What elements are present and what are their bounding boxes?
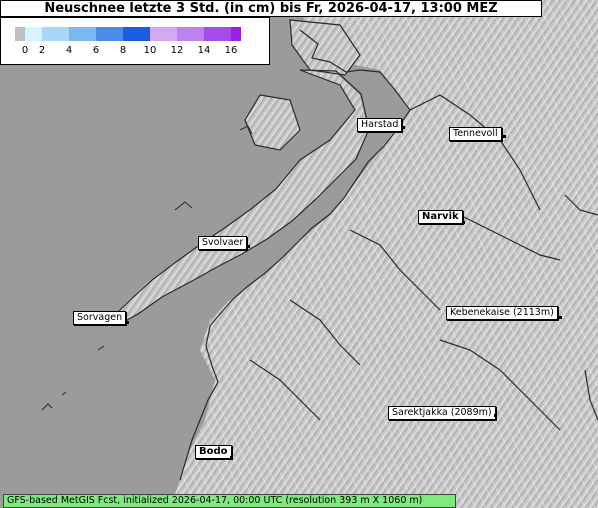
- terrain-layer: [0, 0, 598, 508]
- place-label: Bodo: [199, 446, 228, 457]
- map-title: Neuschnee letzte 3 Std. (in cm) bis Fr, …: [0, 0, 542, 17]
- place-marker: [126, 321, 129, 324]
- legend-tick-label: 6: [92, 45, 100, 56]
- legend-swatch: [42, 27, 69, 41]
- place-label: Svolvaer: [202, 237, 244, 248]
- legend: 0 2 4 6 8 10 12 14 16: [0, 17, 270, 65]
- place-sarektjakka[interactable]: Sarektjakka (2089m): [388, 406, 496, 420]
- place-label: Harstad: [361, 119, 399, 130]
- legend-swatch: [150, 27, 177, 41]
- legend-swatch: [204, 27, 231, 41]
- legend-tick-label: 12: [170, 45, 184, 56]
- place-label: Sarektjakka (2089m): [392, 407, 492, 418]
- place-tennevoll[interactable]: Tennevoll: [449, 127, 502, 141]
- legend-color-bar: [15, 27, 241, 41]
- place-marker: [462, 221, 465, 224]
- legend-swatch: [69, 27, 96, 41]
- legend-tick-label: 10: [143, 45, 157, 56]
- forecast-info-footer: GFS-based MetGIS Fcst, initialized 2026-…: [3, 494, 456, 508]
- place-marker: [230, 456, 233, 459]
- legend-swatch: [177, 27, 204, 41]
- place-narvik[interactable]: Narvik: [418, 210, 463, 224]
- snow-map: Neuschnee letzte 3 Std. (in cm) bis Fr, …: [0, 0, 598, 508]
- place-marker: [494, 414, 497, 417]
- legend-swatch: [15, 27, 25, 41]
- place-label: Sorvagen: [77, 312, 123, 323]
- legend-tick-label: 4: [65, 45, 73, 56]
- legend-swatch: [25, 27, 42, 41]
- place-svolvaer[interactable]: Svolvaer: [198, 236, 248, 250]
- legend-swatch: [96, 27, 123, 41]
- place-kebenekaise[interactable]: Kebenekaise (2113m): [446, 306, 558, 320]
- place-bodo[interactable]: Bodo: [195, 445, 232, 459]
- place-harstad[interactable]: Harstad: [357, 118, 403, 132]
- place-sorvagen[interactable]: Sorvagen: [73, 311, 127, 325]
- place-label: Tennevoll: [453, 128, 498, 139]
- place-label: Kebenekaise (2113m): [450, 307, 554, 318]
- legend-tick-label: 8: [119, 45, 127, 56]
- legend-tick-label: 2: [38, 45, 46, 56]
- place-marker: [247, 245, 250, 248]
- place-marker: [559, 316, 562, 319]
- place-marker: [503, 135, 506, 138]
- legend-tick-label: 16: [224, 45, 238, 56]
- legend-tick-label: 14: [197, 45, 211, 56]
- legend-swatch: [231, 27, 241, 41]
- place-marker: [402, 126, 405, 129]
- legend-swatch: [123, 27, 150, 41]
- place-label: Narvik: [422, 211, 459, 222]
